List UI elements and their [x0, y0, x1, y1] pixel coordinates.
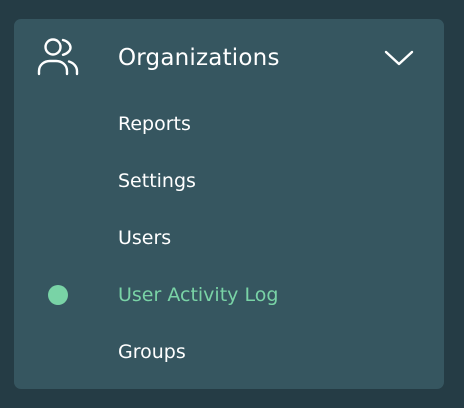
chevron-down-icon[interactable] [384, 47, 414, 67]
sidebar-item-users[interactable]: Users [14, 216, 444, 260]
sidebar-item-groups[interactable]: Groups [14, 330, 444, 374]
sidebar-item-label: Groups [118, 341, 186, 363]
sidebar-item-label: Users [118, 227, 172, 249]
organizations-section-header[interactable]: Organizations [14, 19, 444, 99]
sidebar-item-reports[interactable]: Reports [14, 102, 444, 146]
sidebar-item-label: Settings [118, 170, 196, 192]
active-indicator-dot [48, 285, 68, 305]
sidebar-item-label: Reports [118, 113, 191, 135]
sidebar-nav-panel: Organizations Reports Settings Users Use… [14, 19, 444, 389]
organizations-label: Organizations [118, 45, 280, 71]
sidebar-item-settings[interactable]: Settings [14, 159, 444, 203]
sidebar-item-label: User Activity Log [118, 284, 279, 306]
users-icon [36, 36, 80, 80]
sidebar-item-user-activity-log[interactable]: User Activity Log [14, 273, 444, 317]
